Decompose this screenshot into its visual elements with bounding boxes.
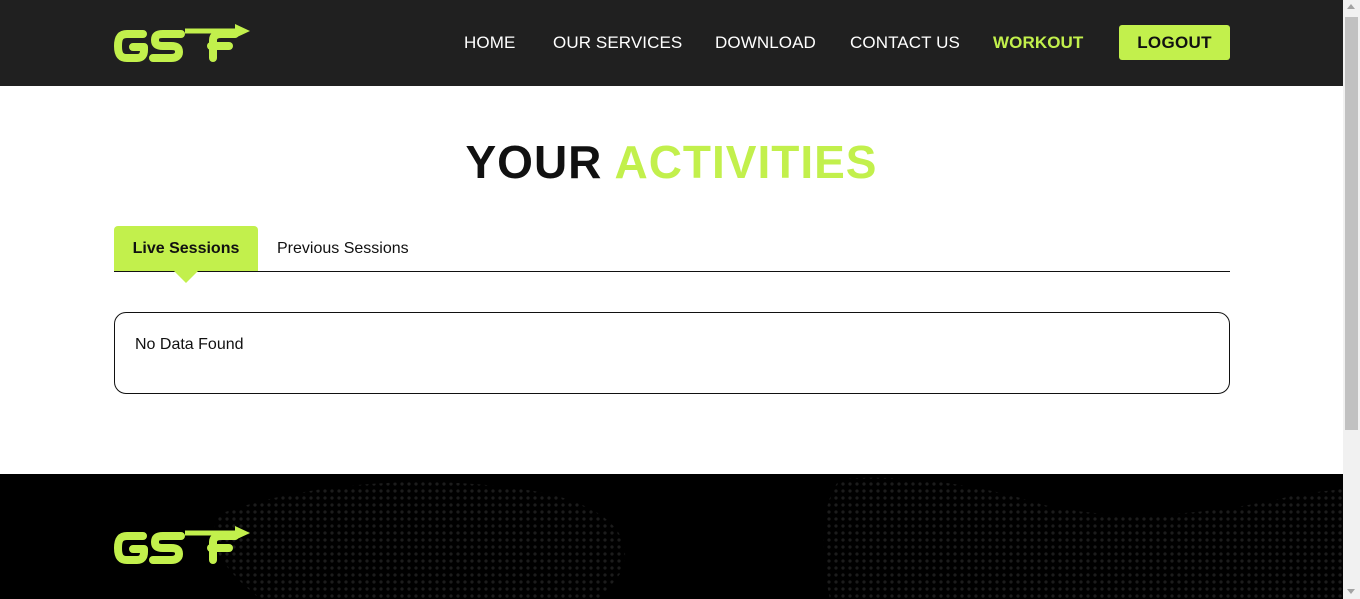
sessions-panel: No Data Found [114,312,1230,394]
nav-home-link[interactable]: HOME [464,33,515,53]
nav-download-link[interactable]: DOWNLOAD [715,33,816,53]
page-viewport: HOME OUR SERVICES DOWNLOAD CONTACT US WO… [0,0,1343,599]
page-title: YOUR ACTIVITIES [0,135,1343,189]
page-title-part2: ACTIVITIES [614,136,878,188]
site-header: HOME OUR SERVICES DOWNLOAD CONTACT US WO… [0,0,1343,86]
scroll-up-arrow-icon[interactable] [1347,4,1355,9]
session-tabs: Live Sessions Previous Sessions [114,226,1230,283]
scroll-down-arrow-icon[interactable] [1347,589,1355,594]
site-footer [0,474,1343,599]
logout-button[interactable]: LOGOUT [1119,25,1230,60]
gsf-logo-icon[interactable] [113,20,250,66]
empty-state-message: No Data Found [135,336,244,353]
tab-live-sessions[interactable]: Live Sessions [114,226,258,271]
scrollbar-thumb[interactable] [1345,17,1358,430]
caret-down-icon [173,270,199,283]
gsf-footer-logo-icon[interactable] [113,522,250,568]
page-scrollbar[interactable] [1343,0,1360,599]
nav-workout-link[interactable]: WORKOUT [993,33,1083,53]
nav-contact-us-link[interactable]: CONTACT US [850,33,960,53]
nav-our-services-link[interactable]: OUR SERVICES [553,33,682,53]
tab-previous-sessions[interactable]: Previous Sessions [277,226,409,271]
page-title-part1: YOUR [465,136,603,188]
